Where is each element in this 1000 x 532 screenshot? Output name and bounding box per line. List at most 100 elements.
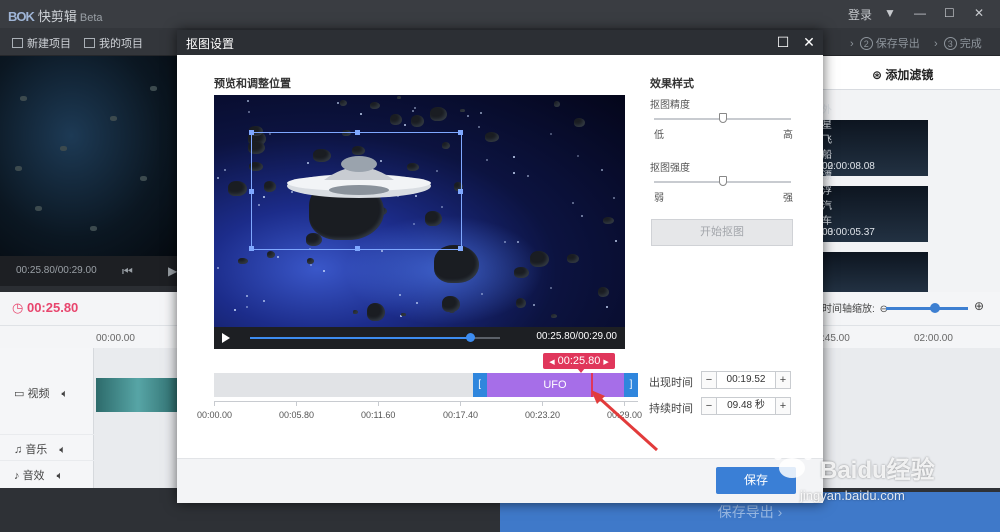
matting-dialog: 抠图设置 ☐ ✕ 预览和调整位置 00:25.80/00:29.00 ◀ 00:… [177,30,823,503]
new-project-button[interactable]: 新建项目 [12,35,71,51]
duration-input[interactable]: 09.48 秒 [717,397,775,415]
material-thumb[interactable] [822,252,928,292]
current-time: ◷ 00:25.80 [12,300,78,316]
step-export-label: 保存导出 [875,38,920,50]
asteroid [514,267,529,279]
star [246,306,249,309]
timeline-tick-label: 00:05.80 [279,410,315,420]
timeline-tick-label: 00:00.00 [197,410,233,420]
resize-handle[interactable] [458,189,463,194]
asteroid [266,250,276,258]
sfx-track-icon: ♪ [14,470,23,482]
maximize-icon[interactable]: ☐ [944,6,955,20]
precision-low-label: 低 [654,130,664,141]
resize-handle[interactable] [249,189,254,194]
star [532,303,535,306]
timeline-tick [460,402,461,406]
material-panel: ⊛ 添加滤镜 外星飞船02 00:00:08.08 漂浮汽车03 00:00:0… [822,56,1000,292]
precision-high-label: 高 [783,130,793,141]
current-time-tag-value: 00:25.80 [557,355,601,367]
video-volume-icon[interactable]: 🔈︎ [61,388,68,400]
save-button[interactable]: 保存 [716,467,796,494]
resize-handle[interactable] [249,130,254,135]
resize-handle[interactable] [355,246,360,251]
minimize-icon[interactable]: — [914,6,926,20]
resize-handle[interactable] [458,246,463,251]
annotation-arrow [591,390,659,452]
tag-right-arrow-icon[interactable]: ▶ [603,359,608,366]
precision-slider-handle[interactable] [718,113,727,123]
ruler-label: 00:00.00 [96,333,135,344]
asteroid [430,106,448,121]
start-matting-button[interactable]: 开始抠图 [651,219,793,246]
star [262,299,265,302]
sfx-volume-icon[interactable]: 🔈︎ [57,470,64,482]
login-link[interactable]: 登录 [848,6,872,23]
effects-heading: 效果样式 [650,78,694,90]
star [403,123,406,126]
matting-selection-box[interactable] [249,130,463,251]
material-thumb[interactable]: 漂浮汽车03 00:00:05.37 [822,171,928,242]
appear-time-input[interactable]: 00:19.52 [717,371,775,389]
zoom-in-icon[interactable]: ⊕ [974,299,984,313]
video-preview [214,95,625,327]
asteroid [515,298,526,309]
dialog-close-icon[interactable]: ✕ [801,34,817,50]
my-projects-button[interactable]: 我的项目 [84,35,143,51]
strength-high-label: 强 [783,193,793,204]
main-preview [0,56,178,256]
strength-low-label: 弱 [654,193,664,204]
asteroid [352,310,358,314]
zoom-label: 时间轴缩放: ⊖ [822,304,888,315]
asteroid [484,132,500,142]
step-finish-label: 完成 [959,38,982,50]
star [247,110,250,113]
tab-add-filter[interactable]: ⊛ 添加滤镜 [872,66,933,83]
resize-handle[interactable] [458,130,463,135]
prev-frame-icon[interactable]: ⏮ [122,264,133,279]
resize-handle[interactable] [249,246,254,251]
asteroid [550,313,558,318]
app-titlebar: BOK 快剪辑 Beta 登录 ▼ — ☐ ✕ [0,0,1000,28]
video-track-label: ▭ 视频 🔈︎ [14,385,68,401]
appear-time-increment[interactable]: + [775,371,791,389]
menu-icon[interactable]: ▼ [884,6,896,20]
music-volume-icon[interactable]: 🔈︎ [59,444,66,456]
close-icon[interactable]: ✕ [974,6,984,20]
sfx-track-label: ♪ 音效 🔈︎ [14,467,63,483]
video-progress[interactable] [250,333,500,342]
star [480,112,483,115]
star [512,155,515,158]
asteroid [460,108,465,112]
app-logo-icon: BOK [8,9,35,24]
asteroid [238,258,248,264]
resize-handle[interactable] [355,130,360,135]
asteroid [339,99,348,106]
play-icon[interactable] [222,333,230,343]
duration-decrement[interactable]: − [701,397,717,415]
star [516,240,519,243]
asteroid [397,95,402,99]
appear-time-decrement[interactable]: − [701,371,717,389]
my-projects-label: 我的项目 [99,38,143,50]
video-clip[interactable] [96,378,180,412]
main-play-icon[interactable]: ▶ [168,264,177,278]
zoom-slider[interactable] [886,307,968,310]
duration-stepper: − 09.48 秒 + [701,397,791,415]
clip-timeline[interactable]: [ ] UFO [214,373,638,397]
zoom-slider-handle[interactable] [930,303,940,313]
star [359,112,362,115]
star [398,293,401,296]
tag-left-arrow-icon[interactable]: ◀ [549,359,554,366]
dialog-maximize-icon[interactable]: ☐ [775,34,791,50]
timeline-tick [296,402,297,406]
clip-start-handle[interactable]: [ [472,373,487,397]
duration-increment[interactable]: + [775,397,791,415]
material-thumb[interactable]: 外星飞船02 00:00:08.08 [822,105,928,176]
star [613,196,616,199]
timeline-tick-label: 00:23.20 [525,410,561,420]
video-progress-handle[interactable] [466,333,475,342]
star [216,177,219,180]
asteroid [370,102,381,110]
strength-slider-handle[interactable] [718,176,727,186]
